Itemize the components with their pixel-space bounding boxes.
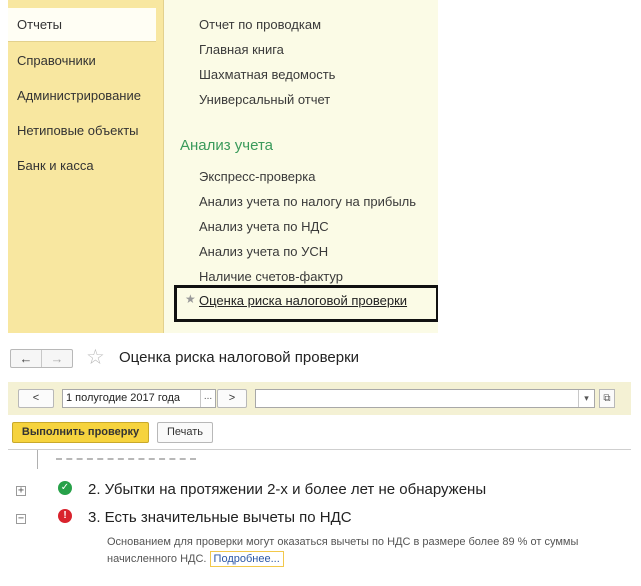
forward-arrow-icon[interactable]: → [41, 350, 72, 367]
period-select-button[interactable]: ... [200, 390, 215, 407]
results-area: + ✓ 2. Убытки на протяжении 2-х и более … [8, 449, 631, 577]
cropped-text-remnant [56, 458, 196, 460]
collapse-icon[interactable]: − [16, 514, 26, 524]
menu-link-postings-report[interactable]: Отчет по проводкам [199, 17, 321, 32]
run-check-button[interactable]: Выполнить проверку [12, 422, 149, 443]
menu-link-usn-analysis[interactable]: Анализ учета по УСН [199, 244, 328, 259]
result-description-text: Основанием для проверки могут оказаться … [107, 536, 579, 565]
filter-bar: < 1 полугодие 2017 года ... > ▾ ⧉ [8, 382, 631, 415]
more-details-link[interactable]: Подробнее... [209, 551, 284, 567]
menu-links: — — — — — — — Отчет по проводкам Главная… [180, 0, 438, 333]
star-outline-icon[interactable]: ☆ [86, 345, 105, 370]
highlight-frame [174, 285, 438, 322]
organization-field[interactable]: ▾ [255, 389, 595, 408]
sections-menu-panel: Отчеты Справочники Администрирование Нет… [8, 0, 438, 333]
previous-period-button[interactable]: < [18, 389, 54, 408]
menu-link-vat-analysis[interactable]: Анализ учета по НДС [199, 219, 329, 234]
menu-link-express-check[interactable]: Экспресс-проверка [199, 169, 315, 184]
sidebar-item-administration[interactable]: Администрирование [8, 79, 164, 113]
sidebar: Отчеты Справочники Администрирование Нет… [8, 0, 164, 333]
menu-link-cut-off: — — — — — — — [199, 0, 325, 6]
sidebar-item-reports[interactable]: Отчеты [8, 8, 156, 42]
menu-link-profit-tax-analysis[interactable]: Анализ учета по налогу на прибыль [199, 194, 416, 209]
menu-link-chess-sheet[interactable]: Шахматная ведомость [199, 67, 335, 82]
page-title: Оценка риска налоговой проверки [119, 349, 360, 366]
sidebar-item-custom-objects[interactable]: Нетиповые объекты [8, 114, 164, 148]
result-title: 2. Убытки на протяжении 2-х и более лет … [88, 481, 487, 498]
print-button[interactable]: Печать [157, 422, 213, 443]
back-arrow-icon[interactable]: ← [11, 350, 41, 367]
chevron-down-icon[interactable]: ▾ [578, 390, 594, 407]
next-period-button[interactable]: > [217, 389, 247, 408]
tree-line [37, 450, 38, 469]
menu-link-invoices[interactable]: Наличие счетов-фактур [199, 269, 343, 284]
menu-link-general-ledger[interactable]: Главная книга [199, 42, 284, 57]
warning-circle-icon: ! [58, 509, 72, 523]
sidebar-item-directories[interactable]: Справочники [8, 44, 164, 78]
result-description: Основанием для проверки могут оказаться … [107, 534, 627, 568]
period-field[interactable]: 1 полугодие 2017 года ... [62, 389, 216, 408]
sidebar-item-bank-cash[interactable]: Банк и касса [8, 149, 164, 183]
section-heading-accounting-analysis: Анализ учета [180, 137, 274, 154]
result-title: 3. Есть значительные вычеты по НДС [88, 509, 352, 526]
period-value: 1 полугодие 2017 года [66, 392, 181, 404]
expand-icon[interactable]: + [16, 486, 26, 496]
check-circle-icon: ✓ [58, 481, 72, 495]
menu-link-universal-report[interactable]: Универсальный отчет [199, 92, 330, 107]
open-organization-icon[interactable]: ⧉ [599, 389, 615, 408]
navigation-buttons: ← → [10, 349, 73, 368]
